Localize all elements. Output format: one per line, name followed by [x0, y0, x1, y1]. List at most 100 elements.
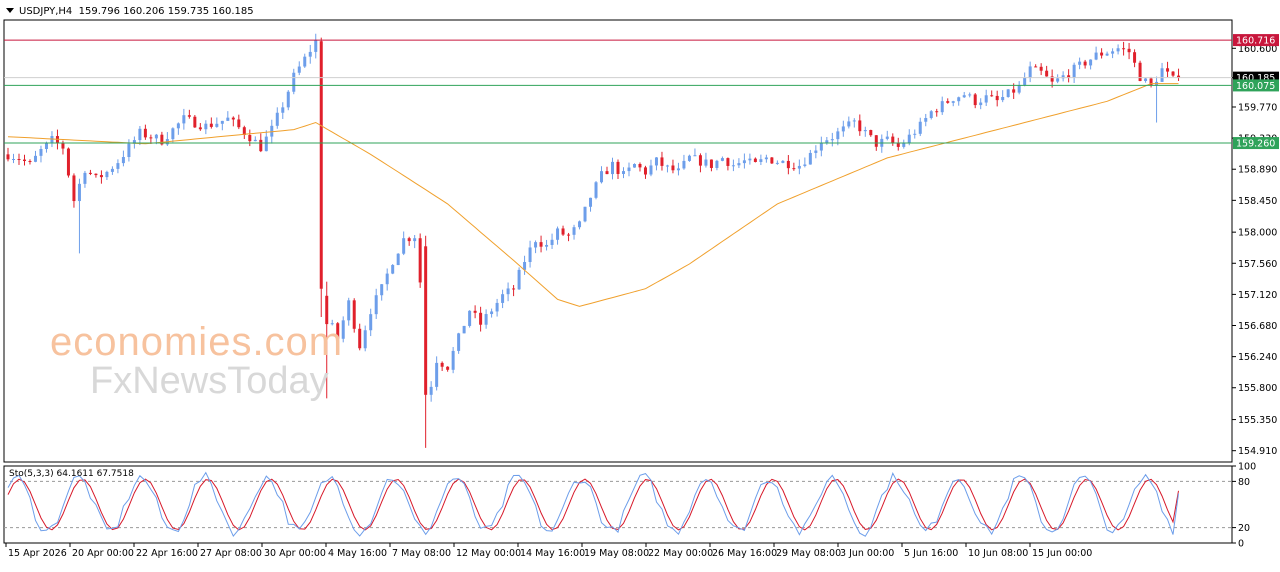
candle-body: [962, 95, 966, 98]
candle-body: [198, 127, 202, 130]
y-tick-label: 156.240: [1238, 352, 1277, 363]
candle-body: [534, 242, 538, 248]
candle-body: [121, 157, 125, 164]
candle-body: [995, 95, 999, 101]
candle-body: [764, 157, 768, 160]
candle-body: [885, 136, 889, 139]
candle-body: [341, 320, 345, 339]
candle-body: [369, 314, 373, 331]
candle-body: [231, 117, 235, 120]
candle-body: [495, 302, 499, 312]
candle-body: [281, 107, 285, 113]
candle-body: [105, 171, 109, 178]
candle-body: [215, 123, 219, 127]
candle-body: [506, 288, 510, 295]
x-tick-label: 20 Apr 00:00: [72, 548, 134, 559]
candle-body: [605, 171, 609, 175]
x-tick-label: 15 Jun 00:00: [1032, 548, 1092, 559]
x-tick-label: 22 Apr 16:00: [136, 548, 198, 559]
candle-body: [621, 171, 625, 174]
candle-body: [874, 135, 878, 147]
x-tick-label: 27 Apr 08:00: [200, 548, 262, 559]
candle-body: [424, 246, 428, 395]
candle-body: [116, 163, 120, 169]
candle-body: [836, 131, 840, 140]
candle-body: [951, 101, 955, 103]
y-tick-label: 157.560: [1238, 259, 1277, 270]
price-tag-label-159.260: 159.260: [1236, 139, 1275, 150]
candle-body: [17, 159, 21, 161]
candle-body: [830, 139, 834, 141]
candle-body: [484, 314, 488, 325]
price-tag-label-160.716: 160.716: [1236, 36, 1275, 47]
candle-body: [572, 227, 576, 235]
symbol-label: USDJPY,H4: [19, 6, 73, 17]
candle-body: [352, 300, 356, 329]
candle-body: [819, 142, 823, 151]
candle-body: [698, 155, 702, 166]
candle-body: [193, 116, 197, 128]
candle-body: [1144, 78, 1148, 82]
candle-body: [1028, 66, 1032, 79]
price-plot-frame: [3, 19, 1233, 463]
candle-body: [473, 310, 477, 313]
candle-body: [929, 111, 933, 119]
stochastic-tick-label: 20: [1238, 523, 1250, 534]
candle-body: [693, 155, 697, 157]
candle-body: [1072, 64, 1076, 78]
candle-body: [6, 154, 10, 160]
candle-body: [462, 325, 466, 334]
candle-body: [803, 164, 807, 166]
candle-body: [682, 160, 686, 169]
candle-body: [440, 362, 444, 367]
candle-body: [660, 157, 664, 166]
y-tick-label: 155.800: [1238, 383, 1277, 394]
y-tick-label: 158.450: [1238, 196, 1277, 207]
y-tick-label: 155.350: [1238, 415, 1277, 426]
candle-body: [973, 94, 977, 106]
candle-body: [512, 288, 516, 290]
candle-body: [451, 350, 455, 370]
candle-body: [28, 161, 32, 163]
candle-body: [1105, 53, 1109, 56]
candle-body: [841, 126, 845, 132]
candle-body: [33, 155, 37, 162]
candle-body: [72, 175, 76, 202]
candle-body: [330, 323, 334, 325]
stochastic-tick-label: 0: [1238, 539, 1244, 550]
candle-body: [275, 112, 279, 126]
candle-body: [1023, 78, 1027, 85]
candle-body: [632, 164, 636, 168]
candle-body: [726, 158, 730, 166]
symbol-header[interactable]: USDJPY,H4 159.796 160.206 159.735 160.18…: [6, 6, 254, 17]
stochastic-tick-label: 100: [1238, 462, 1256, 473]
x-tick-label: 26 May 16:00: [712, 548, 777, 559]
candle-body: [781, 160, 785, 163]
dropdown-triangle-icon[interactable]: [6, 8, 14, 13]
candle-body: [561, 228, 565, 235]
candle-body: [259, 139, 263, 152]
candle-body: [77, 183, 81, 202]
candle-body: [171, 128, 175, 140]
candle-body: [61, 142, 65, 149]
x-tick-label: 15 Apr 2026: [8, 548, 67, 559]
x-tick-label: 3 Jun 00:00: [840, 548, 894, 559]
candle-body: [319, 41, 323, 289]
candle-body: [286, 91, 290, 108]
candle-body: [468, 310, 472, 326]
candle-body: [1006, 89, 1010, 98]
candle-body: [138, 128, 142, 141]
candle-body: [88, 172, 92, 174]
candle-body: [792, 168, 796, 170]
candle-body: [825, 140, 829, 143]
candle-body: [363, 330, 367, 349]
candle-body: [786, 160, 790, 169]
candle-body: [1094, 52, 1098, 60]
candle-body: [1133, 52, 1137, 63]
candle-body: [643, 167, 647, 175]
candle-body: [182, 115, 186, 124]
y-tick-label: 159.770: [1238, 102, 1277, 113]
candle-body: [847, 121, 851, 127]
candle-body: [396, 253, 400, 266]
x-tick-label: 5 Jun 16:00: [904, 548, 958, 559]
